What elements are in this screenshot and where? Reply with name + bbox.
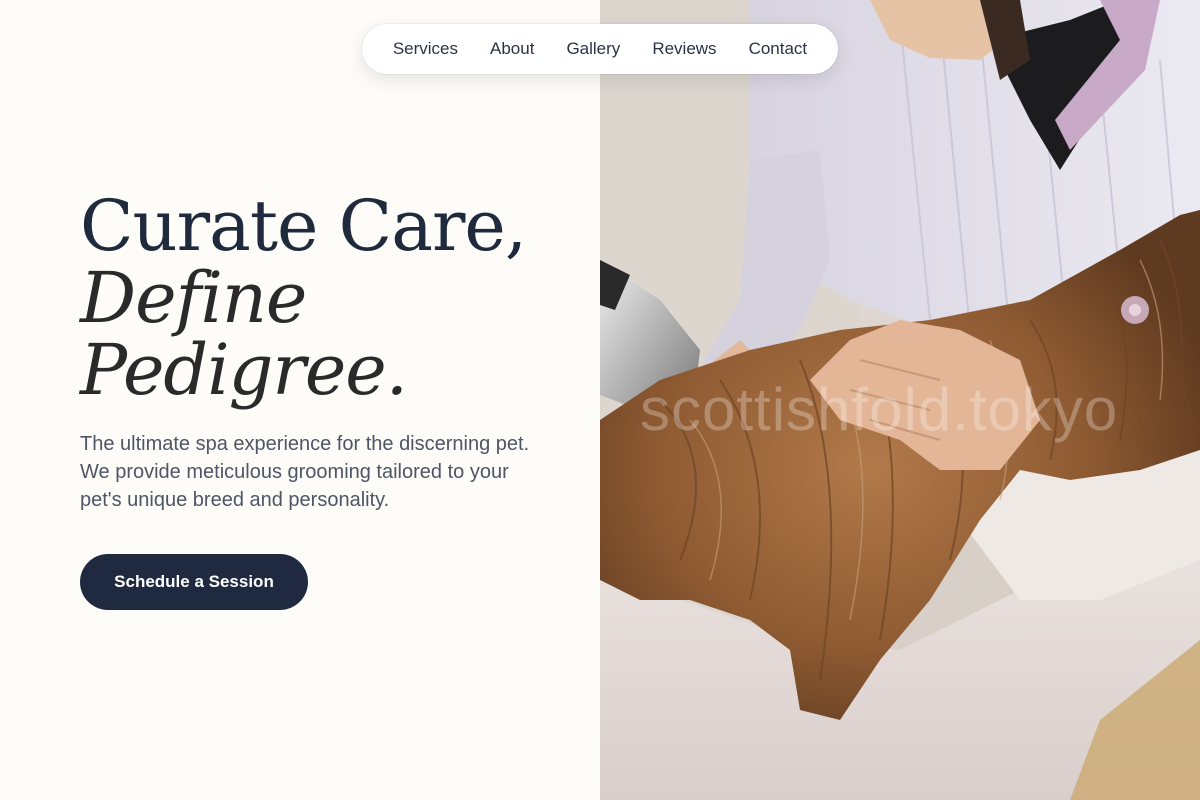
hero-description: The ultimate spa experience for the disc…	[80, 433, 530, 511]
nav-item-contact[interactable]: Contact	[749, 39, 808, 59]
nav-item-reviews[interactable]: Reviews	[652, 39, 716, 59]
nav-item-about[interactable]: About	[490, 39, 534, 59]
nav-item-gallery[interactable]: Gallery	[566, 39, 620, 59]
headline-line-1: Curate Care,	[80, 185, 527, 267]
schedule-session-button[interactable]: Schedule a Session	[80, 554, 308, 610]
hero-section: Curate Care, Define Pedigree. The ultima…	[0, 0, 600, 800]
headline-line-3: Pedigree.	[80, 329, 408, 411]
grooming-photo	[600, 0, 1200, 800]
hero-photo	[600, 0, 1200, 800]
nav-item-services[interactable]: Services	[393, 39, 458, 59]
headline-line-2: Define	[80, 257, 307, 339]
main-nav: Services About Gallery Reviews Contact	[362, 24, 838, 74]
hero-headline: Curate Care, Define Pedigree.	[80, 190, 580, 406]
